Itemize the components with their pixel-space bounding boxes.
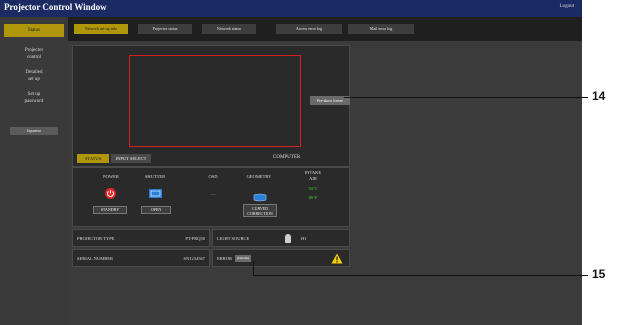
tab-projector-status[interactable]: Projector status bbox=[138, 24, 192, 34]
geometry-icon[interactable] bbox=[253, 189, 267, 202]
tab-network-status[interactable]: Network status bbox=[202, 24, 256, 34]
projector-type-label: PROJECTOR TYPE bbox=[77, 236, 115, 241]
callout-15-leader bbox=[253, 275, 588, 277]
light-source-value: H1 bbox=[301, 236, 307, 241]
intake-temp-f: 86°F bbox=[308, 195, 318, 200]
error-label: ERROR bbox=[217, 256, 233, 261]
tab-access-error-log[interactable]: Access error log bbox=[276, 24, 342, 34]
tab-status[interactable]: STATUS bbox=[77, 154, 109, 163]
power-label: POWER bbox=[103, 174, 119, 179]
projector-type-row: PROJECTOR TYPE PT-FRQ50 bbox=[72, 229, 210, 247]
curved-correction-button[interactable]: CURVED CORRECTION bbox=[243, 204, 277, 217]
callout-15-leader-vertical bbox=[253, 261, 255, 276]
callout-14: 14 bbox=[592, 89, 606, 103]
tab-input-select[interactable]: INPUT SELECT bbox=[111, 154, 151, 163]
geometry-label: GEOMETRY bbox=[246, 174, 272, 179]
shutter-label: SHUTTER bbox=[144, 174, 166, 179]
error-row: ERROR (Details) bbox=[212, 249, 350, 267]
callout-15: 15 bbox=[592, 267, 606, 281]
osd-value: ---- bbox=[210, 192, 216, 197]
tab-network-set-up-info[interactable]: Network set-up info bbox=[74, 24, 128, 34]
warning-icon[interactable] bbox=[331, 253, 343, 264]
sidebar-item-projector-control[interactable]: Projector control bbox=[4, 47, 64, 61]
tab-mail-error-log[interactable]: Mail error log bbox=[348, 24, 414, 34]
preview-frame bbox=[129, 55, 301, 147]
shutter-open-button[interactable]: OPEN bbox=[141, 206, 171, 214]
input-value: COMPUTER bbox=[273, 155, 301, 160]
sidebar-item-set-up-password[interactable]: Set up password bbox=[4, 91, 64, 105]
intake-air-label: INTAKE AIR bbox=[304, 170, 322, 181]
serial-number-row: SERIAL NUMBER SN1234567 bbox=[72, 249, 210, 267]
light-bulb-icon bbox=[285, 234, 291, 243]
sidebar-item-detailed-set-up[interactable]: Detailed set up bbox=[4, 69, 64, 83]
projector-control-window: Projector Control Window Logout Status P… bbox=[0, 0, 582, 325]
title-bar: Projector Control Window Logout bbox=[0, 0, 582, 17]
tab-bar: Network set-up info Projector status Net… bbox=[68, 17, 582, 41]
logout-link[interactable]: Logout bbox=[560, 4, 574, 9]
main-content: Pre-show freeze STATUS INPUT SELECT COMP… bbox=[68, 41, 582, 325]
power-icon[interactable] bbox=[105, 188, 116, 199]
callout-14-leader bbox=[344, 97, 588, 99]
state-panel: POWER STANDBY SHUTTER OPEN OSD ---- GEOM… bbox=[72, 167, 350, 227]
language-button[interactable]: Japanese bbox=[10, 127, 58, 135]
shutter-icon[interactable] bbox=[149, 189, 162, 198]
projector-type-value: PT-FRQ50 bbox=[185, 236, 205, 241]
serial-number-label: SERIAL NUMBER bbox=[77, 256, 113, 261]
serial-number-value: SN1234567 bbox=[183, 256, 205, 261]
preview-panel: Pre-show freeze STATUS INPUT SELECT COMP… bbox=[72, 45, 350, 167]
app-title: Projector Control Window bbox=[4, 2, 107, 12]
sidebar: Status Projector control Detailed set up… bbox=[0, 17, 68, 325]
sidebar-item-status[interactable]: Status bbox=[4, 24, 64, 37]
intake-temp-c: 30°C bbox=[308, 186, 318, 191]
light-source-label: LIGHT SOURCE bbox=[217, 236, 250, 241]
standby-button[interactable]: STANDBY bbox=[93, 206, 127, 214]
light-source-row: LIGHT SOURCE H1 bbox=[212, 229, 350, 247]
error-details-button[interactable]: (Details) bbox=[235, 255, 251, 262]
osd-label: OSD bbox=[208, 174, 218, 179]
